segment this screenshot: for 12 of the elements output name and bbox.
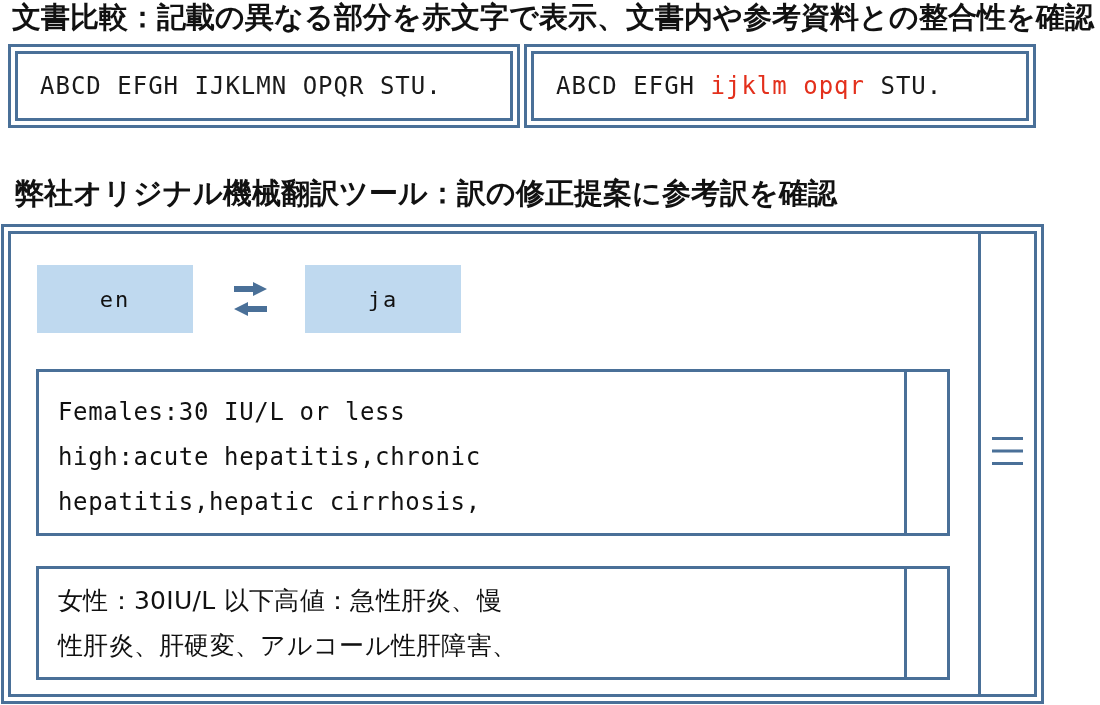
source-language-button[interactable]: en	[37, 265, 193, 333]
source-text-input[interactable]: Females:30 IU/L or less high:acute hepatitis,chronic hepatitis,hepatic cirrhosis,	[36, 369, 950, 536]
section-heading: 文書比較：記載の異なる部分を赤文字で表示、文書内や参考資料との整合性を確認	[12, 0, 1094, 34]
document-text: ABCD EFGH IJKLMN OPQR STU.	[40, 72, 442, 100]
document-text: STU.	[880, 72, 943, 100]
document-text: ABCD EFGH	[556, 72, 696, 100]
target-language-button[interactable]: ja	[305, 265, 461, 333]
difference-text: ijklm opqr	[710, 72, 865, 100]
swap-arrows-icon[interactable]	[234, 282, 267, 316]
section-heading: 弊社オリジナル機械翻訳ツール：訳の修正提案に参考訳を確認	[15, 176, 837, 210]
menu-icon[interactable]	[992, 437, 1023, 465]
translation-output: 女性：30IU/L 以下高値：急性肝炎、慢性肝炎、肝硬変、アルコール性肝障害、	[36, 566, 950, 680]
